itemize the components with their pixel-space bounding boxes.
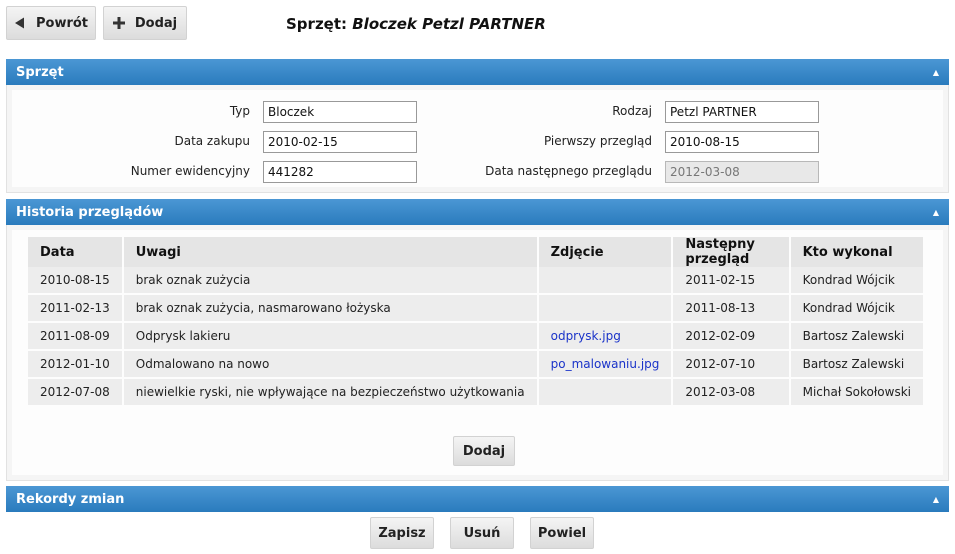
cell-uwagi: brak oznak zużycia, nasmarowano łożyska [122,294,539,323]
duplicate-button[interactable]: Powiel [530,517,594,549]
cell-kto: Bartosz Zalewski [789,322,926,351]
caret-up-icon[interactable]: ▲ [933,495,939,504]
add-button-label: Dodaj [134,15,178,31]
back-button-label: Powrót [35,15,89,31]
changes-section-title: Rekordy zmian [16,491,125,507]
changes-section-header[interactable]: Rekordy zmian ▲ [6,486,949,512]
history-section-header[interactable]: Historia przeglądów ▲ [6,199,949,225]
table-row: 2010-08-15 brak oznak zużycia 2011-02-15… [28,267,926,295]
column-header-nastepny: Następny przegląd [672,237,791,267]
history-table-header: Data Uwagi Zdjęcie Następny przegląd Kto… [28,237,926,267]
cell-uwagi: brak oznak zużycia [122,267,539,295]
arrow-left-icon [14,17,26,29]
cell-kto: Michał Sokołowski [789,378,926,407]
save-button[interactable]: Zapisz [370,517,434,549]
history-table: Data Uwagi Zdjęcie Następny przegląd Kto… [28,237,926,407]
page-title-prefix: Sprzęt: [286,15,348,33]
equipment-section-header[interactable]: Sprzęt ▲ [6,59,949,85]
cell-kto: Kondrad Wójcik [789,267,926,295]
cell-nastepny: 2012-02-09 [672,322,791,351]
numer-ewidencyjny-field[interactable] [263,161,417,183]
cell-zdjecie: odprysk.jpg [537,322,674,351]
column-header-zdjecie: Zdjęcie [537,237,674,267]
cell-uwagi: Odmalowano na nowo [122,350,539,379]
add-button[interactable]: Dodaj [103,6,187,40]
data-nastepnego-przegladu-label: Data następnego przeglądu [485,164,652,178]
data-zakupu-field[interactable] [263,131,417,153]
cell-uwagi: niewielkie ryski, nie wpływające na bezp… [122,378,539,407]
cell-nastepny: 2011-02-15 [672,267,791,295]
rodzaj-field[interactable] [665,101,819,123]
caret-up-icon[interactable]: ▲ [933,68,939,77]
cell-uwagi: Odprysk lakieru [122,322,539,351]
cell-data: 2011-02-13 [28,294,124,323]
pierwszy-przeglad-field[interactable] [665,131,819,153]
cell-data: 2012-07-08 [28,378,124,407]
cell-data: 2011-08-09 [28,322,124,351]
photo-link[interactable]: po_malowaniu.jpg [551,357,660,371]
cell-zdjecie: po_malowaniu.jpg [537,350,674,379]
rodzaj-label: Rodzaj [612,104,652,118]
cell-nastepny: 2012-07-10 [672,350,791,379]
cell-kto: Bartosz Zalewski [789,350,926,379]
cell-zdjecie [537,294,674,323]
add-inspection-label: Dodaj [462,443,506,459]
plus-icon [112,17,125,29]
cell-nastepny: 2011-08-13 [672,294,791,323]
data-nastepnego-przegladu-field [665,161,819,183]
table-row: 2012-01-10 Odmalowano na nowo po_malowan… [28,350,926,379]
duplicate-button-label: Powiel [537,525,587,541]
typ-field[interactable] [263,101,417,123]
delete-button[interactable]: Usuń [450,517,514,549]
pierwszy-przeglad-label: Pierwszy przegląd [543,134,652,148]
column-header-uwagi: Uwagi [122,237,539,267]
column-header-data: Data [28,237,124,267]
page-title: Sprzęt: Bloczek Petzl PARTNER [286,15,546,33]
history-section-title: Historia przeglądów [16,204,164,220]
cell-kto: Kondrad Wójcik [789,294,926,323]
cell-nastepny: 2012-03-08 [672,378,791,407]
table-row: 2011-08-09 Odprysk lakieru odprysk.jpg 2… [28,322,926,351]
table-row: 2011-02-13 brak oznak zużycia, nasmarowa… [28,294,926,323]
save-button-label: Zapisz [378,525,426,541]
cell-data: 2012-01-10 [28,350,124,379]
numer-ewidencyjny-label: Numer ewidencyjny [130,164,250,178]
typ-label: Typ [229,104,250,118]
photo-link[interactable]: odprysk.jpg [551,329,621,343]
equipment-section-title: Sprzęt [16,64,64,80]
data-zakupu-label: Data zakupu [174,134,250,148]
column-header-kto: Kto wykonal [789,237,926,267]
page-title-name: Bloczek Petzl PARTNER [352,15,546,33]
cell-zdjecie [537,267,674,295]
table-row: 2012-07-08 niewielkie ryski, nie wpływaj… [28,378,926,407]
add-inspection-button[interactable]: Dodaj [453,436,515,466]
caret-up-icon[interactable]: ▲ [933,208,939,217]
delete-button-label: Usuń [463,525,501,541]
cell-zdjecie [537,378,674,407]
cell-data: 2010-08-15 [28,267,124,295]
back-button[interactable]: Powrót [6,6,96,40]
